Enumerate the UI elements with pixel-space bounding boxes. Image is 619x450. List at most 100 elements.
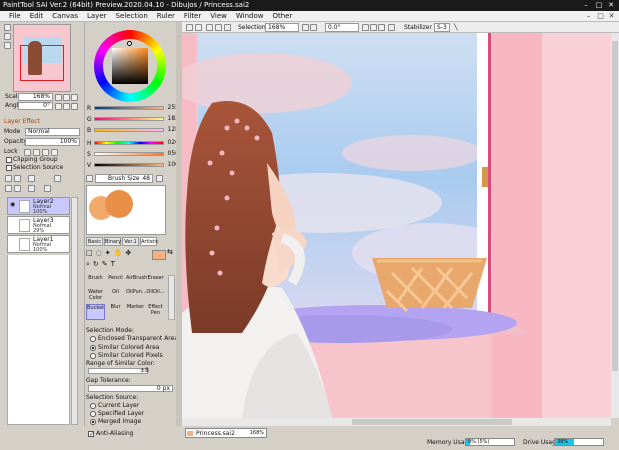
lock-move-icon[interactable] [42, 149, 49, 156]
tool-water-color[interactable]: Water Color [86, 289, 105, 305]
menu-view[interactable]: View [210, 11, 227, 22]
drawing-canvas[interactable] [182, 33, 611, 418]
navigator-zoom-in-button[interactable] [4, 24, 11, 31]
lock-all-icon[interactable] [51, 149, 58, 156]
flip-horizontal-icon[interactable] [388, 24, 395, 31]
green-slider[interactable] [94, 117, 164, 121]
saturation-slider[interactable] [94, 152, 164, 156]
rotate-cw-icon[interactable] [370, 24, 377, 31]
doc-maximize-button[interactable]: □ [596, 12, 605, 21]
hue-slider[interactable] [94, 141, 164, 145]
hue-marker[interactable] [127, 41, 132, 46]
doc-minimize-button[interactable]: – [584, 12, 593, 21]
menu-file[interactable]: File [9, 11, 21, 22]
tool-effect-pen[interactable]: Effect Pen [146, 304, 165, 320]
opacity-slider[interactable]: 100% [25, 138, 80, 146]
angle-select[interactable]: 0.0° [325, 23, 359, 32]
magic-wand-icon[interactable]: ✦ [105, 249, 114, 257]
tool-oiloil[interactable]: OilOil... [146, 289, 165, 305]
tool-oil[interactable]: Oil [106, 289, 125, 305]
blend-mode-select[interactable]: Normal [25, 128, 80, 136]
horizontal-scroll-thumb[interactable] [352, 419, 512, 425]
clipping-group-checkbox[interactable] [6, 157, 12, 163]
zoom-icon[interactable]: ⌕ [86, 260, 93, 268]
rotate-left-button[interactable] [55, 103, 62, 110]
menu-other[interactable]: Other [272, 11, 292, 22]
blue-slider[interactable] [94, 128, 164, 132]
move-icon[interactable]: ✥ [125, 249, 134, 257]
primary-color-swatch[interactable] [152, 250, 166, 260]
current-layer-radio[interactable] [90, 403, 96, 409]
navigator-zoom-out-button[interactable] [4, 33, 11, 40]
brush-size-slider[interactable]: Brush Size 48 [95, 174, 153, 183]
tool-marker[interactable]: Marker [126, 304, 145, 320]
rotate-reset-icon[interactable] [378, 24, 385, 31]
document-tab[interactable]: Princess.sai2 168% [185, 428, 267, 438]
tool-bucket[interactable]: Bucket [86, 304, 105, 320]
zoom-out-toolbar-icon[interactable] [302, 24, 309, 31]
horizontal-scrollbar[interactable] [182, 418, 611, 426]
hand-icon[interactable]: ✋ [114, 249, 126, 257]
redo-icon[interactable] [195, 24, 202, 31]
saturation-value-square[interactable] [112, 48, 148, 84]
zoom-in-toolbar-icon[interactable] [310, 24, 317, 31]
brush-size-decrease-button[interactable] [86, 175, 93, 182]
similar-area-radio[interactable] [90, 345, 96, 351]
visibility-eye-icon[interactable]: ◉ [10, 202, 17, 208]
selection-source-checkbox[interactable] [6, 165, 12, 171]
zoom-out-button[interactable] [55, 94, 62, 101]
text-icon[interactable]: T [111, 260, 118, 268]
copy-layer-icon[interactable] [28, 175, 35, 182]
vertical-scroll-thumb[interactable] [612, 41, 618, 371]
doc-close-button[interactable]: ✕ [607, 12, 616, 21]
tool-scrollbar[interactable] [168, 275, 175, 320]
delete-layer-icon[interactable] [54, 175, 61, 182]
layer-item-layer1[interactable]: Layer1 Normal 100% [7, 235, 70, 253]
lock-pen-icon[interactable] [33, 149, 40, 156]
rotate-reset-button[interactable] [71, 103, 78, 110]
menu-selection[interactable]: Selection [116, 11, 148, 22]
layer-item-layer2[interactable]: ◉ Layer2 Normal 100% [7, 197, 70, 215]
gap-tolerance-input[interactable]: 0 px [88, 385, 173, 392]
invert-selection-icon[interactable] [215, 24, 222, 31]
specified-layer-radio[interactable] [90, 411, 96, 417]
straight-line-icon[interactable]: ╲ [454, 23, 458, 32]
brush-size-increase-button[interactable] [156, 175, 163, 182]
menu-edit[interactable]: Edit [30, 11, 44, 22]
layer-item-layer3[interactable]: Layer3 Normal 29% [7, 216, 70, 234]
rotate-ccw-icon[interactable] [362, 24, 369, 31]
anti-aliasing-checkbox[interactable]: ✓ [88, 431, 94, 438]
merged-image-radio[interactable] [90, 419, 96, 425]
menu-window[interactable]: Window [236, 11, 264, 22]
minimize-button[interactable]: – [581, 1, 591, 10]
navigator-preview[interactable] [13, 24, 71, 92]
navigator-reset-button[interactable] [4, 42, 11, 49]
tool-oilpun[interactable]: OilPun... [126, 289, 147, 305]
lock-transparency-button[interactable] [24, 149, 31, 156]
merge-down-icon[interactable] [5, 185, 12, 192]
undo-icon[interactable] [186, 24, 193, 31]
clear-layer-icon[interactable] [28, 185, 35, 192]
menu-canvas[interactable]: Canvas [52, 11, 78, 22]
maximize-button[interactable]: □ [594, 1, 604, 10]
tool-blur[interactable]: Blur [106, 304, 125, 320]
rotate-right-button[interactable] [63, 103, 70, 110]
value-slider[interactable] [94, 163, 164, 167]
menu-layer[interactable]: Layer [87, 11, 107, 22]
show-selection-icon[interactable] [224, 24, 231, 31]
new-layer-icon[interactable] [5, 175, 12, 182]
menu-ruler[interactable]: Ruler [157, 11, 175, 22]
color-wheel[interactable] [94, 30, 166, 102]
new-layer-folder-icon[interactable] [14, 175, 21, 182]
transfer-down-icon[interactable] [14, 185, 21, 192]
tab-basic[interactable]: Basic [86, 237, 103, 246]
tab-ver1[interactable]: Ver.1 [122, 237, 139, 246]
trash-icon[interactable] [44, 185, 51, 192]
deselect-icon[interactable] [206, 24, 213, 31]
layer-scrollbar[interactable] [71, 197, 78, 425]
tab-binary[interactable]: Binary [104, 237, 121, 246]
similar-pixels-radio[interactable] [90, 353, 96, 359]
enclosed-area-radio[interactable] [90, 336, 96, 342]
select-rect-icon[interactable]: □ [86, 249, 96, 257]
close-button[interactable]: ✕ [606, 1, 616, 10]
